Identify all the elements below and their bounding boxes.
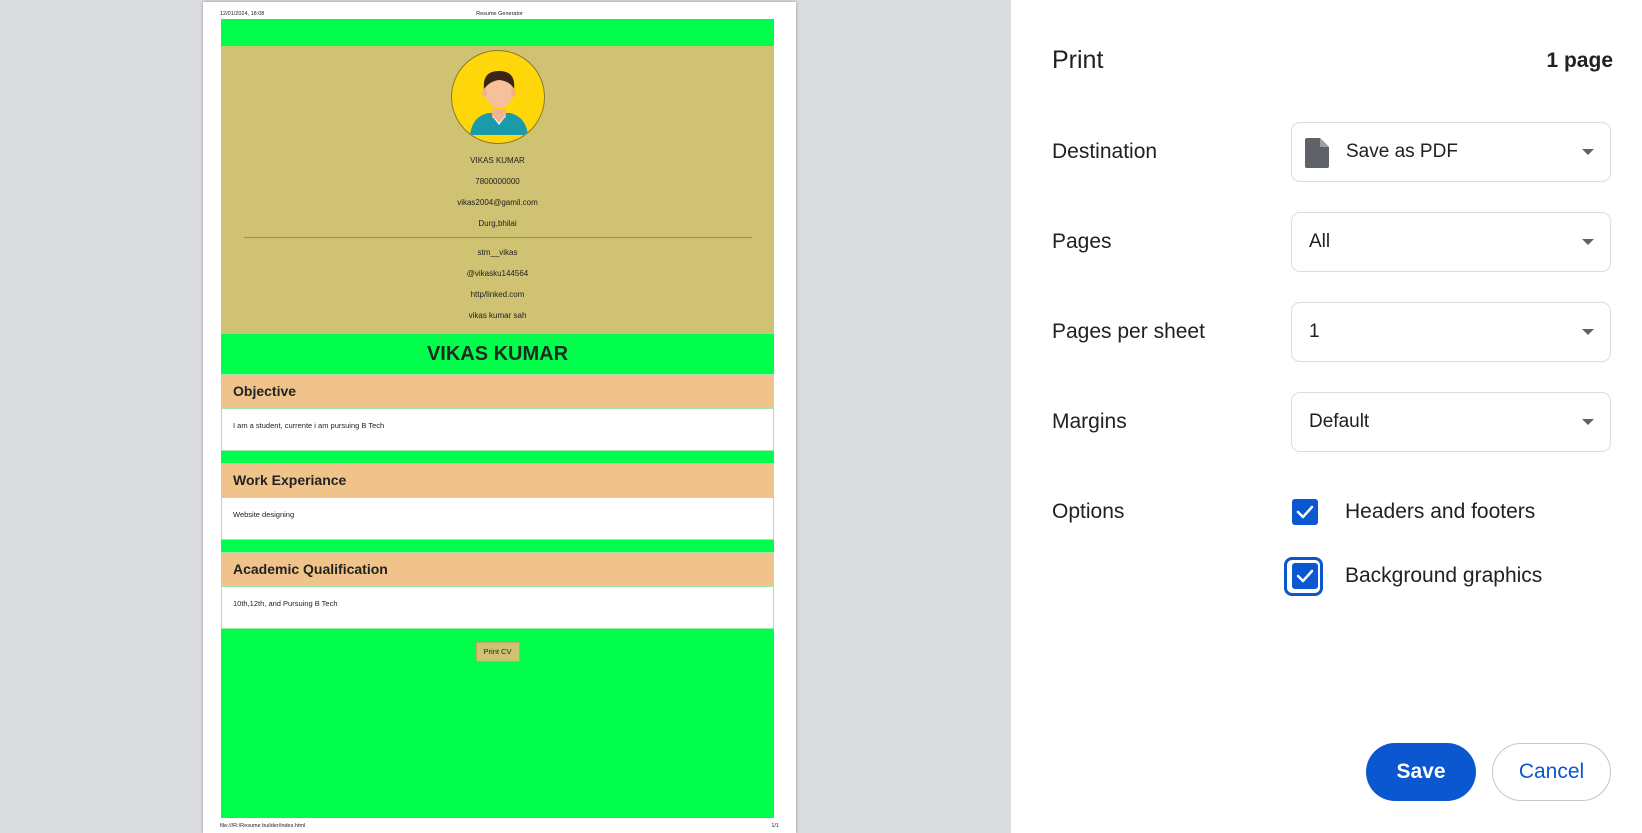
margins-select[interactable]: Default [1291,392,1611,452]
print-cv-button: Print CV [475,642,520,662]
chevron-down-icon [1582,329,1594,335]
section-body: 10th,12th, and Pursuing B Tech [221,587,774,629]
profile-phone: 7800000000 [475,177,520,186]
section-gap [221,540,774,552]
print-preview-area: 12/01/2024, 18:08 Resume Generator VIKAS… [0,0,1011,833]
profile-linkedin: http/linked.com [470,290,525,299]
headers-footers-label[interactable]: Headers and footers [1345,500,1535,524]
pages-value: All [1309,231,1331,252]
page-count: 1 page [1546,49,1613,72]
page-header-title: Resume Generator [476,11,523,17]
pages-select[interactable]: All [1291,212,1611,272]
save-button[interactable]: Save [1366,743,1476,801]
pages-per-sheet-select[interactable]: 1 [1291,302,1611,362]
preview-page: 12/01/2024, 18:08 Resume Generator VIKAS… [203,2,796,833]
margins-value: Default [1309,411,1370,432]
headers-footers-checkbox[interactable] [1292,499,1318,525]
checkmark-icon [1296,569,1314,583]
avatar [450,50,545,144]
profile-email: vikas2004@gamil.com [457,198,538,207]
section-heading: Objective [221,374,774,409]
section-gap [221,451,774,463]
print-settings-panel: Print 1 page Destination Save as PDF Pag… [1011,0,1642,833]
resume-top-bar [221,19,774,46]
options-label: Options [1052,500,1125,523]
pages-per-sheet-label: Pages per sheet [1052,320,1205,343]
chevron-down-icon [1582,149,1594,155]
profile-facebook: vikas kumar sah [468,311,527,320]
pages-per-sheet-value: 1 [1309,321,1320,342]
resume-profile-section: VIKAS KUMAR 7800000000 vikas2004@gamil.c… [221,46,774,334]
page-footer-path: file:///R:/Resume builder/index.html [220,823,306,829]
chevron-down-icon [1582,419,1594,425]
section-heading: Academic Qualification [221,552,774,587]
checkmark-icon [1296,505,1314,519]
background-graphics-label[interactable]: Background graphics [1345,564,1542,588]
document-icon [1305,138,1329,168]
destination-select[interactable]: Save as PDF [1291,122,1611,182]
destination-label: Destination [1052,140,1158,163]
profile-twitter: @vikasku144564 [466,269,529,278]
margins-label: Margins [1052,410,1127,433]
resume-document: VIKAS KUMAR 7800000000 vikas2004@gamil.c… [221,19,774,818]
section-heading: Work Experiance [221,463,774,498]
background-graphics-checkbox[interactable] [1292,563,1318,589]
resume-section-objective: Objective I am a student, currente i am … [221,374,774,451]
section-body: I am a student, currente i am pursuing B… [221,409,774,451]
resume-section-academic: Academic Qualification 10th,12th, and Pu… [221,552,774,629]
page-footer-number: 1/1 [771,823,779,829]
destination-value: Save as PDF [1346,141,1458,162]
avatar-person-icon [469,71,528,135]
chevron-down-icon [1582,239,1594,245]
resume-name-banner: VIKAS KUMAR [221,334,774,374]
profile-divider [243,237,752,238]
profile-name: VIKAS KUMAR [470,156,525,165]
cancel-button[interactable]: Cancel [1492,743,1611,801]
profile-instagram: stm__vikas [477,248,518,257]
pages-label: Pages [1052,230,1112,253]
section-body: Website designing [221,498,774,540]
profile-location: Durg,bhilai [478,219,517,228]
panel-title: Print [1052,46,1104,74]
resume-section-work: Work Experiance Website designing [221,463,774,540]
